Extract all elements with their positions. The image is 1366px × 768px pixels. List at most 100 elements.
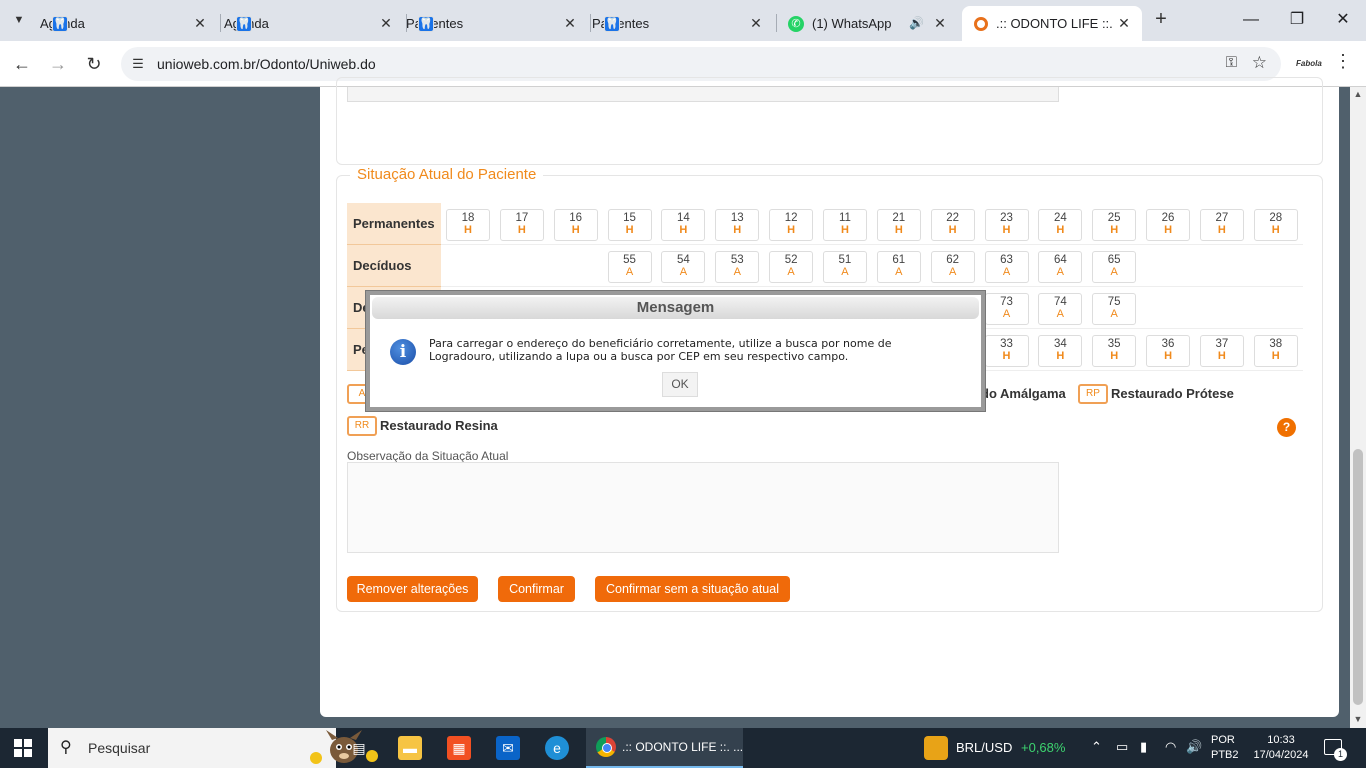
tooth-cell[interactable]: 28 H [1253,209,1298,241]
tooth-cell[interactable]: 62 A [930,251,975,283]
address-bar[interactable]: ☰ unioweb.com.br/Odonto/Uniweb.do ⚿ ☆ [121,47,1281,81]
tooth-status: H [625,224,634,236]
site-settings-icon[interactable]: ☰ [129,55,147,73]
confirm-without-situation-button[interactable]: Confirmar sem a situação atual [595,576,790,602]
tooth-cell[interactable]: 38 H [1253,335,1298,367]
system-clock[interactable]: 10:33 17/04/2024 [1253,733,1309,763]
browser-tab-agenda-2[interactable]: 🦷 Agenda ✕ [224,6,404,41]
minimize-icon[interactable]: — [1228,6,1274,34]
new-tab-plus-icon[interactable]: + [1150,8,1172,32]
file-explorer-icon[interactable]: ▬ [398,736,422,760]
tooth-cell[interactable]: 24 H [1038,209,1083,241]
tooth-cell[interactable]: 37 H [1199,335,1244,367]
close-tab-icon[interactable]: ✕ [562,15,578,31]
tooth-cell[interactable]: 52 A [769,251,814,283]
browser-menu-icon[interactable]: ⋮ [1334,51,1352,72]
close-tab-icon[interactable]: ✕ [1116,15,1132,31]
close-window-icon[interactable]: ✕ [1320,6,1366,34]
volume-icon[interactable]: 🔊 [1186,739,1202,755]
password-key-icon[interactable]: ⚿ [1226,54,1237,71]
url-text[interactable]: unioweb.com.br/Odonto/Uniweb.do [157,56,376,72]
tooth-cell[interactable]: 33 H [984,335,1029,367]
previous-textarea[interactable] [347,87,1059,102]
reload-icon[interactable]: ↻ [80,50,108,78]
tooth-status: A [948,266,957,278]
tooth-cell[interactable]: 16 H [553,209,598,241]
task-view-icon[interactable]: ▤ [347,736,371,760]
observation-textarea[interactable] [347,462,1059,553]
windows-start-icon[interactable] [14,739,32,757]
tooth-cell[interactable]: 23 H [984,209,1029,241]
tooth-cell[interactable]: 75 A [1092,293,1137,325]
tooth-cell[interactable]: 26 H [1146,209,1191,241]
tooth-cell[interactable]: 14 H [661,209,706,241]
scroll-down-arrow-icon[interactable]: ▼ [1350,714,1366,726]
tab-search-chevron-icon[interactable]: ▼ [8,8,30,32]
tooth-icon: 🦷 [52,15,68,32]
tooth-cell[interactable]: 73 A [984,293,1029,325]
bookmark-star-icon[interactable]: ☆ [1252,53,1267,73]
tooth-cell[interactable]: 36 H [1146,335,1191,367]
tooth-cell[interactable]: 17 H [499,209,544,241]
tooth-cell[interactable]: 15 H [607,209,652,241]
dialog-ok-button[interactable]: OK [662,372,698,397]
tooth-cell[interactable]: 22 H [930,209,975,241]
tooth-cell[interactable]: 11 H [822,209,867,241]
help-icon[interactable]: ? [1277,418,1296,437]
tray-chevron-up-icon[interactable]: ⌃ [1091,739,1102,755]
tooth-cell[interactable]: 65 A [1092,251,1137,283]
tooth-cell[interactable]: 51 A [822,251,867,283]
tooth-cell[interactable]: 63 A [984,251,1029,283]
close-tab-icon[interactable]: ✕ [932,15,948,31]
tooth-cell[interactable]: 34 H [1038,335,1083,367]
currency-widget-icon[interactable] [924,736,948,760]
tooth-cell[interactable]: 35 H [1092,335,1137,367]
tooth-cell[interactable]: 25 H [1092,209,1137,241]
tooth-status: A [1002,266,1011,278]
close-tab-icon[interactable]: ✕ [748,15,764,31]
close-tab-icon[interactable]: ✕ [378,15,394,31]
tooth-cell[interactable]: 18 H [446,209,490,241]
speaker-icon[interactable]: 🔊 [909,16,924,30]
tooth-cell[interactable]: 55 A [607,251,652,283]
tooth-number: 37 [1215,338,1229,350]
tooth-cell[interactable]: 12 H [769,209,814,241]
back-arrow-icon[interactable]: ← [8,50,36,78]
restore-icon[interactable]: ❐ [1274,6,1320,34]
browser-tab-odonto-life[interactable]: .:: ODONTO LIFE ::. ✕ [962,6,1142,41]
tooth-cell[interactable]: 61 A [876,251,921,283]
scroll-up-arrow-icon[interactable]: ▲ [1350,89,1366,101]
wifi-icon[interactable]: ◠ [1165,739,1176,755]
browser-tab-pacientes-2[interactable]: 🦷 Pacientes ✕ [592,6,774,41]
battery-icon[interactable]: ▮ [1140,739,1147,755]
close-tab-icon[interactable]: ✕ [192,15,208,31]
tooth-cell[interactable]: 64 A [1038,251,1083,283]
browser-tab-agenda-1[interactable]: 🦷 Agenda ✕ [40,6,218,41]
currency-pair[interactable]: BRL/USD [956,740,1012,755]
browser-tab-pacientes-1[interactable]: 🦷 Pacientes ✕ [406,6,588,41]
taskbar-search-box[interactable]: ⚲ Pesquisar [48,728,378,768]
tooth-cell[interactable]: 54 A [661,251,706,283]
edge-browser-icon[interactable]: e [545,736,569,760]
forward-arrow-icon[interactable]: → [44,50,72,78]
microsoft-store-icon[interactable]: ▦ [447,736,471,760]
profile-avatar[interactable]: Fabola [1296,53,1322,75]
page-scrollbar[interactable]: ▲ ▼ [1350,87,1366,728]
currency-change[interactable]: +0,68% [1021,740,1065,755]
tooth-status: H [733,224,742,236]
search-icon: ⚲ [60,739,72,756]
taskbar-chrome-window[interactable]: .:: ODONTO LIFE ::. ... [586,728,743,768]
tooth-cell[interactable]: 13 H [715,209,760,241]
browser-tab-whatsapp[interactable]: ✆ (1) WhatsApp 🔊 ✕ [776,6,958,41]
tooth-status: H [894,224,903,236]
meet-now-icon[interactable]: ▭ [1116,739,1128,755]
tooth-cell[interactable]: 53 A [715,251,760,283]
tooth-cell[interactable]: 74 A [1038,293,1083,325]
confirm-button[interactable]: Confirmar [498,576,575,602]
tooth-cell[interactable]: 21 H [876,209,921,241]
scroll-thumb[interactable] [1353,449,1363,705]
tooth-cell[interactable]: 27 H [1199,209,1244,241]
remove-changes-button[interactable]: Remover alterações [347,576,478,602]
language-indicator[interactable]: POR PTB2 [1211,733,1239,763]
mail-icon[interactable]: ✉ [496,736,520,760]
